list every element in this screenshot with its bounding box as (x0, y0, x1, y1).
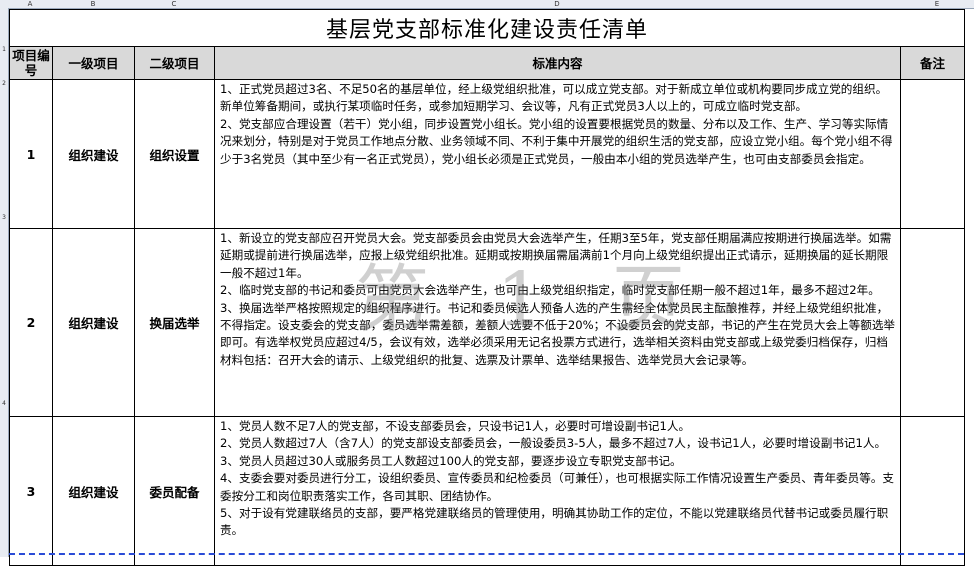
content-paragraph: 3、换届选举严格按照规定的组织程序进行。书记和委员候选人预备人选的产生需经全体党… (220, 300, 896, 367)
column-header-bar: A B C D E (0, 0, 974, 9)
content-paragraph: 2、党支部应合理设置（若干）党小组，同步设置党小组长。党小组的设置要根据党员的数… (220, 116, 893, 166)
content-paragraph: 3、党员人员超过30人或服务员工人数超过100人的党支部，要逐步设立专职党支部书… (220, 453, 682, 468)
note-cell[interactable] (899, 416, 966, 566)
row-number-2[interactable]: 2 (0, 80, 8, 87)
spreadsheet: 基层党支部标准化建设责任清单 项目编号 一级项目 二级项目 标准内容 备注 1 … (8, 9, 966, 566)
note-cell[interactable] (899, 228, 966, 417)
header-content[interactable]: 标准内容 (214, 46, 901, 80)
table-row: 1 组织建设 组织设置 1、正式党员超过3名、不足50名的基层单位，经上级党组织… (9, 79, 966, 229)
column-letter-d[interactable]: D (214, 0, 900, 8)
table-row: 3 组织建设 委员配备 1、党员人数不足7人的党支部，不设支部委员会，只设书记1… (9, 416, 966, 566)
level1-cell[interactable]: 组织建设 (52, 416, 135, 566)
level2-cell[interactable]: 换届选举 (134, 228, 215, 417)
column-letter-a[interactable]: A (8, 0, 52, 8)
page-break-line (9, 553, 964, 555)
note-cell[interactable] (899, 79, 966, 229)
sheet-title[interactable]: 基层党支部标准化建设责任清单 (8, 9, 966, 47)
header-row: 项目编号 一级项目 二级项目 标准内容 备注 (9, 46, 966, 80)
content-paragraph: 5、对于设有党建联络员的支部，要严格党建联络员的管理使用，明确其协助工作的定位，… (220, 506, 889, 538)
row-header-bar: 1 2 3 4 (0, 8, 9, 557)
table-row: 2 组织建设 换届选举 1、新设立的党支部应召开党员大会。党支部委员会由党员大会… (9, 228, 966, 417)
content-cell[interactable]: 1、新设立的党支部应召开党员大会。党支部委员会由党员大会选举产生，任期3至5年，… (214, 228, 901, 417)
column-letter-b[interactable]: B (52, 0, 134, 8)
content-paragraph: 1、新设立的党支部应召开党员大会。党支部委员会由党员大会选举产生，任期3至5年，… (220, 231, 892, 280)
content-paragraph: 1、正式党员超过3名、不足50名的基层单位，经上级党组织批准，可以成立党支部。对… (220, 82, 888, 114)
header-level1[interactable]: 一级项目 (52, 46, 135, 80)
header-item-number[interactable]: 项目编号 (9, 46, 53, 80)
row-number-4[interactable]: 4 (0, 400, 8, 407)
content-paragraph: 4、支委会要对委员进行分工，设组织委员、宣传委员和纪检委员（可兼任），也可根据实… (220, 471, 895, 503)
content-cell[interactable]: 1、正式党员超过3名、不足50名的基层单位，经上级党组织批准，可以成立党支部。对… (214, 79, 901, 229)
content-cell[interactable]: 1、党员人数不足7人的党支部，不设支部委员会，只设书记1人，必要时可增设副书记1… (214, 416, 901, 566)
content-paragraph: 2、临时党支部的书记和委员可由党员大会选举产生，也可由上级党组织指定，临时党支部… (220, 283, 880, 298)
level2-cell[interactable]: 组织设置 (134, 79, 215, 229)
row-number-3[interactable]: 3 (0, 214, 8, 221)
level2-cell[interactable]: 委员配备 (134, 416, 215, 566)
responsibility-table: 基层党支部标准化建设责任清单 项目编号 一级项目 二级项目 标准内容 备注 1 … (8, 9, 966, 566)
content-paragraph: 1、党员人数不足7人的党支部，不设支部委员会，只设书记1人，必要时可增设副书记1… (220, 419, 691, 433)
header-level2[interactable]: 二级项目 (134, 46, 215, 80)
item-number[interactable]: 3 (9, 416, 53, 566)
item-number[interactable]: 1 (9, 79, 53, 229)
level1-cell[interactable]: 组织建设 (52, 79, 135, 229)
column-letter-e[interactable]: E (900, 0, 974, 8)
column-letter-c[interactable]: C (134, 0, 214, 8)
row-number-1[interactable]: 1 (0, 46, 8, 53)
level1-cell[interactable]: 组织建设 (52, 228, 135, 417)
item-number[interactable]: 2 (9, 228, 53, 417)
content-paragraph: 2、党员人数超过7人（含7人）的党支部设支部委员会，一般设委员3-5人，最多不超… (220, 436, 887, 451)
header-note[interactable]: 备注 (899, 46, 966, 80)
